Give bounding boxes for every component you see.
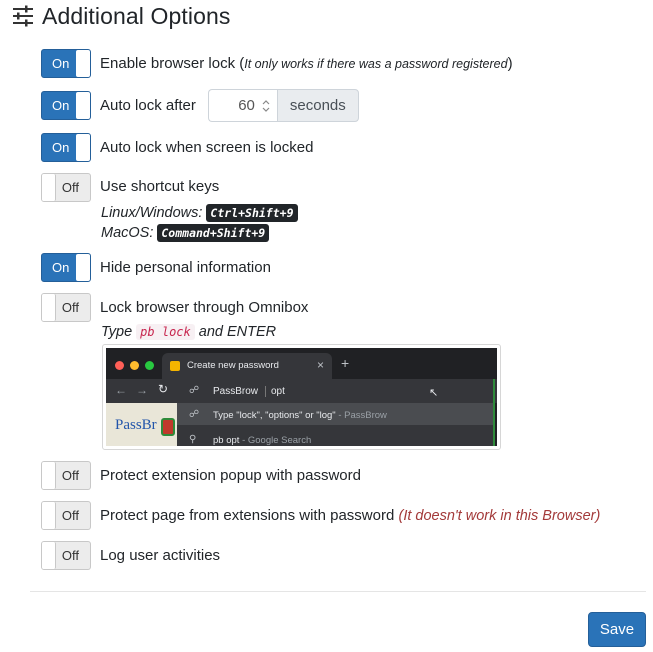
omnibox-command-code: pb lock [136,324,195,340]
search-icon: ⚲ [189,434,197,445]
extension-icon: ☍ [189,409,200,420]
minimize-window-dot [130,361,139,370]
auto-lock-seconds-group: 60 seconds [207,89,359,122]
browser-unsupported-warning: (It doesn't work in this Browser) [398,508,601,524]
section-header: Additional Options [12,2,230,30]
omnibox-demo-image: Create new password × + ← → ↻ ☍ PassBrow… [102,344,501,450]
linux-shortcut-kbd: Ctrl+Shift+9 [206,204,298,222]
omnibox-lock-toggle[interactable]: Off [41,293,91,322]
protect-popup-label: Protect extension popup with password [100,467,361,484]
auto-lock-screen-label: Auto lock when screen is locked [100,139,314,156]
tab-close-icon: × [317,358,325,372]
option-hide-personal-info: On Hide personal information [41,253,271,282]
omnibox-dropdown: ☍ PassBrow opt ↖ ☍ Type "lock", "options… [177,379,495,446]
option-browser-lock: On Enable browser lock (It only works if… [41,49,513,78]
reload-icon: ↻ [158,382,169,396]
sliders-icon [13,5,33,27]
protect-page-label: Protect page from extensions with passwo… [100,507,601,524]
option-protect-popup: Off Protect extension popup with passwor… [41,461,361,490]
hide-personal-info-toggle[interactable]: On [41,253,91,282]
auto-lock-seconds-input[interactable]: 60 [207,89,277,122]
page-title: Additional Options [42,2,231,29]
option-log-activities: Off Log user activities [41,541,220,570]
shortcut-mac: MacOS: Command+Shift+9 [101,224,270,242]
protect-popup-toggle[interactable]: Off [41,461,91,490]
forward-icon: → [136,383,148,397]
option-omnibox-lock: Off Lock browser through Omnibox [41,293,308,322]
chevron-up-icon[interactable] [261,99,271,106]
option-shortcut-keys: Off Use shortcut keys [41,173,219,202]
auto-lock-after-label: Auto lock after [100,97,196,114]
omnibox-instruction: Type pb lock and ENTER [101,324,277,340]
browser-lock-note: It only works if there was a password re… [244,57,508,71]
back-icon: ← [115,383,127,397]
auto-lock-after-toggle[interactable]: On [41,91,91,120]
lock-icon [170,361,180,371]
omnibox-lock-label: Lock browser through Omnibox [100,299,309,316]
passbrow-logo: PassBr [115,417,157,433]
protect-page-toggle[interactable]: Off [41,501,91,530]
seconds-addon: seconds [276,89,359,122]
mac-shortcut-kbd: Command+Shift+9 [157,224,270,242]
option-auto-lock-screen: On Auto lock when screen is locked [41,133,313,162]
auto-lock-screen-toggle[interactable]: On [41,133,91,162]
browser-lock-toggle[interactable]: On [41,49,91,78]
option-protect-page: Off Protect page from extensions with pa… [41,501,600,530]
shortcut-keys-label: Use shortcut keys [100,178,220,195]
save-button[interactable]: Save [588,612,646,647]
divider [30,591,646,592]
browser-tab: Create new password × [162,353,332,379]
extension-icon: ☍ [189,385,200,396]
lock-icon [161,418,175,436]
new-tab-icon: + [341,355,350,371]
shortcut-linux: Linux/Windows: Ctrl+Shift+9 [101,204,298,222]
log-activities-label: Log user activities [100,547,221,564]
log-activities-toggle[interactable]: Off [41,541,91,570]
browser-lock-label: Enable browser lock (It only works if th… [100,55,513,72]
close-window-dot [115,361,124,370]
maximize-window-dot [145,361,154,370]
shortcut-keys-toggle[interactable]: Off [41,173,91,202]
chevron-down-icon[interactable] [261,106,271,113]
spinner[interactable] [261,99,271,113]
option-auto-lock-after: On Auto lock after 60 seconds [41,89,359,122]
cursor-icon: ↖ [429,387,439,399]
hide-personal-info-label: Hide personal information [100,259,271,276]
